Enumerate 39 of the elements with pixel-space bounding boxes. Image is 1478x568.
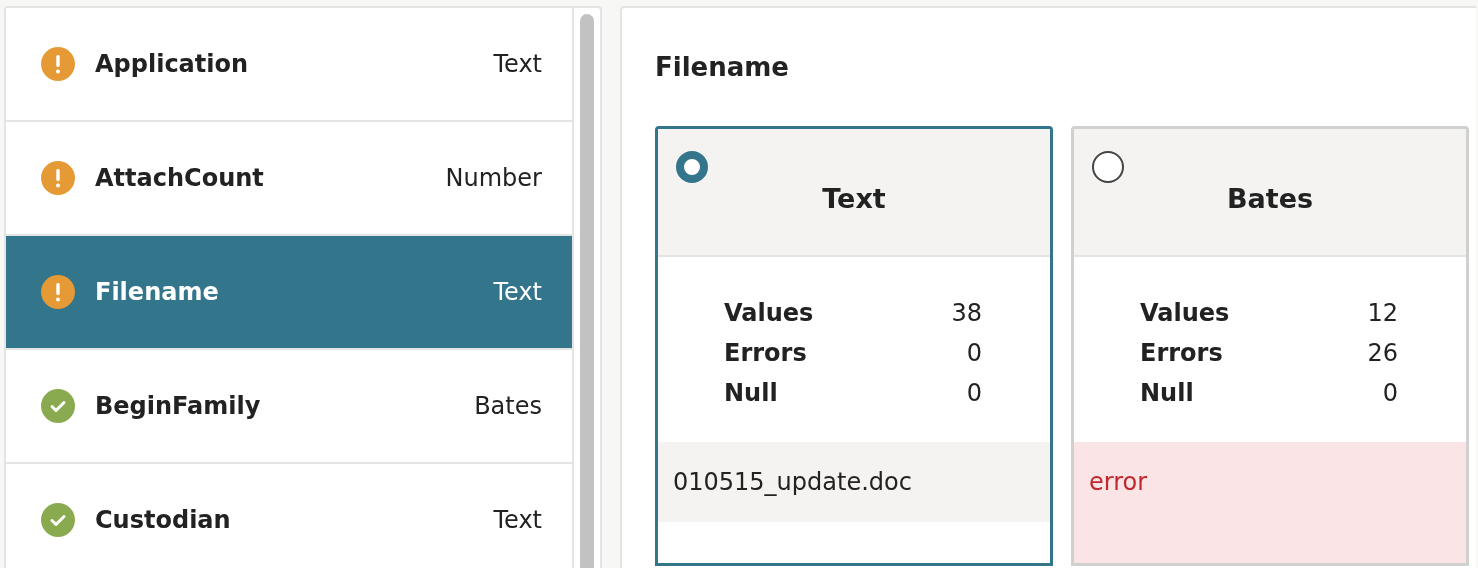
radio-button[interactable] [1092,151,1124,183]
stat-label: Null [724,378,778,409]
type-option-card[interactable]: Bates Values 12 Errors 26 Null 0 error [1071,126,1469,566]
field-list-item[interactable]: Filename Text [6,236,572,350]
type-option-card[interactable]: Text Values 38 Errors 0 Null 0 010515_update.doc [655,126,1053,566]
stat-value: 26 [1367,338,1398,369]
field-type: Number [445,163,542,194]
field-name: BeginFamily [95,391,261,422]
sample-value: 010515_update.doc [658,442,1050,522]
stat-label: Values [1140,298,1230,329]
stat-value: 0 [1382,378,1398,409]
check-icon [41,503,75,537]
field-type: Text [493,277,542,308]
field-name: AttachCount [95,163,264,194]
stat-label: Null [1140,378,1194,409]
scrollbar-thumb[interactable] [580,14,594,568]
stat-label: Errors [724,338,807,369]
stat-label: Values [724,298,814,329]
field-type: Text [493,49,542,80]
warning-icon [41,47,75,81]
panel-title: Filename [655,54,790,80]
radio-button[interactable] [676,151,708,183]
card-title: Bates [1225,182,1315,216]
stat-value: 0 [966,338,982,369]
field-name: Filename [95,277,219,308]
warning-icon [41,161,75,195]
stat-label: Errors [1140,338,1223,369]
check-icon [41,389,75,423]
card-title: Text [821,182,887,216]
stat-value: 38 [951,298,982,329]
field-list-item[interactable]: Application Text [6,8,572,122]
stat-value: 0 [966,378,982,409]
field-type: Bates [474,391,542,422]
field-name: Custodian [95,505,231,536]
stat-value: 12 [1367,298,1398,329]
sample-value: error [1074,442,1466,522]
field-type: Text [493,505,542,536]
field-name: Application [95,49,249,80]
warning-icon [41,275,75,309]
